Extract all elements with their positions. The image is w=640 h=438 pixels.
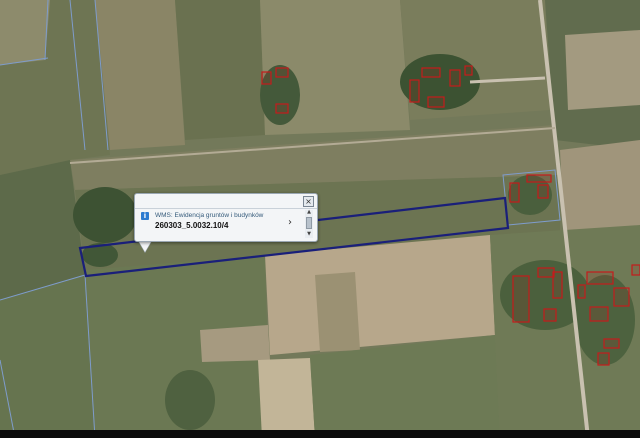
scroll-thumb[interactable]	[306, 217, 312, 229]
bare-soil-field	[265, 235, 495, 355]
bottom-bar	[0, 430, 640, 438]
tree-cluster	[73, 187, 137, 243]
info-icon: i	[141, 212, 149, 220]
parcel-id[interactable]: 260303_5.0032.10/4	[155, 221, 228, 230]
field	[0, 275, 95, 438]
field	[315, 272, 360, 352]
feature-info-popup: × i WMS: Ewidencja gruntów i budynków 26…	[134, 193, 318, 242]
field	[0, 0, 50, 65]
chevron-right-icon[interactable]: ›	[288, 217, 292, 228]
orthophoto-map[interactable]	[0, 0, 640, 438]
field	[200, 325, 270, 362]
field	[95, 0, 185, 150]
close-icon[interactable]: ×	[303, 196, 314, 207]
tree-cluster	[165, 370, 215, 430]
field	[175, 0, 265, 140]
layer-name: WMS: Ewidencja gruntów i budynków	[155, 212, 264, 219]
scroll-down-icon[interactable]: ▼	[305, 232, 313, 237]
scroll-up-icon[interactable]: ▲	[305, 210, 313, 215]
popup-scrollbar[interactable]: ▲ ▼	[305, 210, 313, 238]
map-canvas[interactable]	[0, 0, 640, 438]
field	[258, 358, 315, 438]
popup-divider	[135, 208, 317, 209]
field	[565, 30, 640, 110]
